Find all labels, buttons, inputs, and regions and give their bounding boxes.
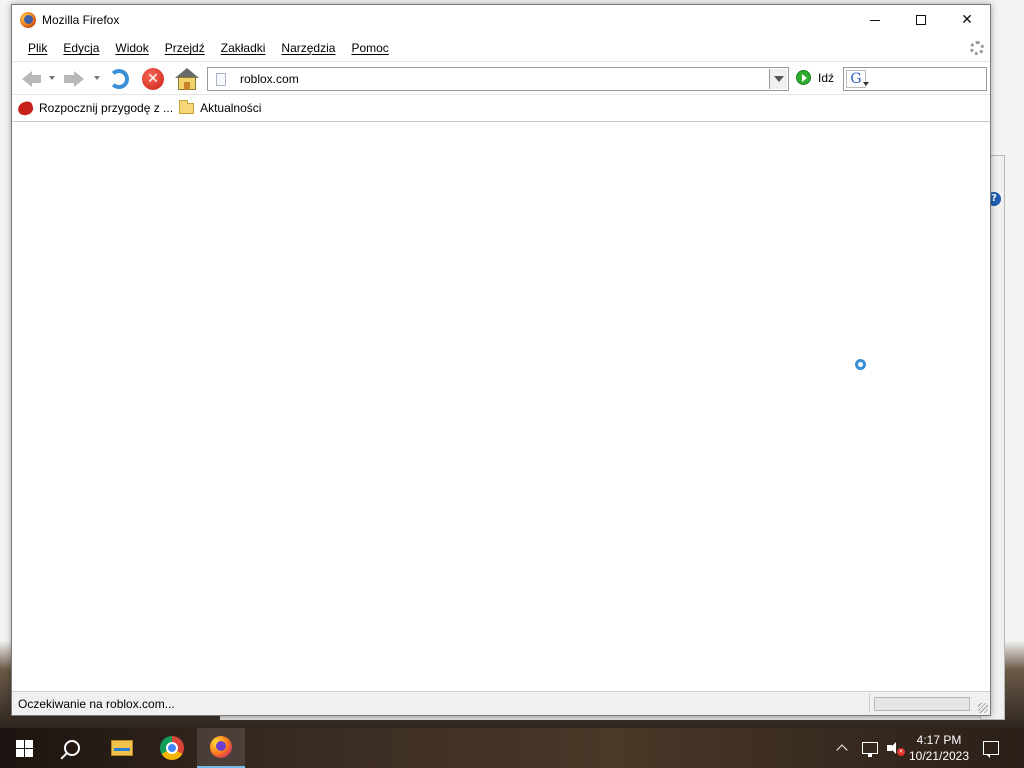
maximize-button[interactable] [898, 5, 944, 35]
taskbar-file-explorer[interactable] [98, 728, 146, 768]
page-content[interactable] [12, 122, 990, 692]
menu-zakladki[interactable]: Zakładki [213, 41, 274, 55]
go-arrow-icon [796, 70, 811, 85]
firefox-icon [210, 736, 232, 758]
menu-plik[interactable]: Plik [20, 41, 55, 55]
back-button[interactable] [17, 67, 43, 91]
clock: 4:17 PM 10/21/2023 [909, 732, 969, 764]
tray-clock[interactable]: 4:17 PM 10/21/2023 [908, 728, 970, 768]
status-bar: Oczekiwanie na roblox.com... [12, 691, 990, 715]
forward-arrow-tail [64, 75, 74, 83]
chevron-down-icon [773, 76, 784, 82]
search-bar[interactable]: G [843, 67, 987, 91]
search-input[interactable] [872, 69, 986, 89]
taskbar-search-button[interactable] [48, 728, 96, 768]
chrome-icon [160, 736, 184, 760]
minimize-button[interactable] [852, 5, 898, 35]
reload-icon [109, 69, 129, 89]
bookmark-label: Rozpocznij przygodę z ... [39, 101, 174, 115]
stop-icon: ✕ [142, 68, 164, 90]
back-arrow-tail [31, 75, 41, 83]
bookmark-roblox[interactable]: Rozpocznij przygodę z ... [16, 99, 174, 117]
menu-bar: Plik Edycja Widok Przejdź Zakładki Narzę… [12, 35, 990, 61]
loading-progress-bar [874, 697, 970, 711]
clock-time: 4:17 PM [916, 733, 962, 747]
busy-cursor-ring-icon [855, 359, 866, 370]
forward-history-dropdown[interactable] [94, 76, 100, 80]
url-bar[interactable] [207, 67, 789, 91]
mute-x-icon: × [897, 748, 905, 756]
firefox-window: Mozilla Firefox ✕ Plik Edycja Widok Prze… [11, 4, 991, 716]
resize-grip-icon[interactable] [978, 703, 988, 713]
page-favicon-icon [216, 72, 226, 86]
roblox-icon [16, 99, 35, 117]
window-title: Mozilla Firefox [42, 13, 120, 27]
navigation-toolbar: ✕ Idź G [12, 61, 990, 95]
minimize-icon [870, 19, 880, 21]
forward-arrow-icon [74, 71, 84, 87]
tray-show-hidden[interactable] [836, 728, 848, 768]
chevron-up-icon [836, 744, 848, 756]
windows-start-icon [15, 739, 33, 757]
search-engine-google-icon[interactable]: G [846, 70, 869, 88]
search-icon [64, 740, 80, 756]
maximize-icon [916, 15, 926, 25]
menu-widok[interactable]: Widok [107, 41, 156, 55]
home-button[interactable] [174, 67, 200, 91]
reload-button[interactable] [106, 67, 132, 91]
taskbar-chrome[interactable] [148, 728, 196, 768]
firefox-app-icon[interactable] [20, 12, 36, 28]
bookmarks-toolbar: Rozpocznij przygodę z ... Aktualności [12, 95, 990, 122]
file-explorer-icon [111, 740, 133, 756]
start-button[interactable] [0, 728, 48, 768]
loading-throbber-icon [970, 41, 984, 55]
forward-button[interactable] [61, 67, 87, 91]
notification-icon [983, 741, 999, 758]
url-history-dropdown[interactable] [769, 69, 787, 89]
clock-date: 10/21/2023 [908, 749, 970, 763]
close-icon: ✕ [961, 12, 973, 28]
action-center-button[interactable] [983, 728, 999, 768]
status-text: Oczekiwanie na roblox.com... [18, 696, 175, 711]
back-history-dropdown[interactable] [49, 76, 55, 80]
bookmark-label: Aktualności [200, 101, 262, 115]
folder-icon [179, 99, 195, 114]
tray-network[interactable] [862, 728, 878, 768]
close-button[interactable]: ✕ [944, 5, 990, 35]
menu-narzedzia[interactable]: Narzędzia [273, 41, 343, 55]
home-icon-door [184, 82, 190, 90]
title-bar[interactable]: Mozilla Firefox ✕ [12, 5, 990, 35]
go-button[interactable]: Idź [796, 70, 834, 85]
stop-button[interactable]: ✕ [140, 67, 166, 91]
tray-volume[interactable]: × [887, 728, 905, 768]
taskbar-firefox[interactable] [197, 728, 245, 768]
network-icon [862, 742, 878, 757]
menu-edycja[interactable]: Edycja [55, 41, 107, 55]
url-input[interactable] [240, 69, 769, 89]
status-separator [869, 694, 870, 713]
bookmark-aktualnosci[interactable]: Aktualności [179, 99, 262, 115]
menu-przejdz[interactable]: Przejdź [157, 41, 213, 55]
window-controls: ✕ [852, 5, 990, 35]
volume-muted-icon: × [887, 742, 905, 756]
menu-pomoc[interactable]: Pomoc [343, 41, 396, 55]
taskbar: × 4:17 PM 10/21/2023 [0, 728, 1024, 768]
go-label: Idź [818, 70, 835, 85]
